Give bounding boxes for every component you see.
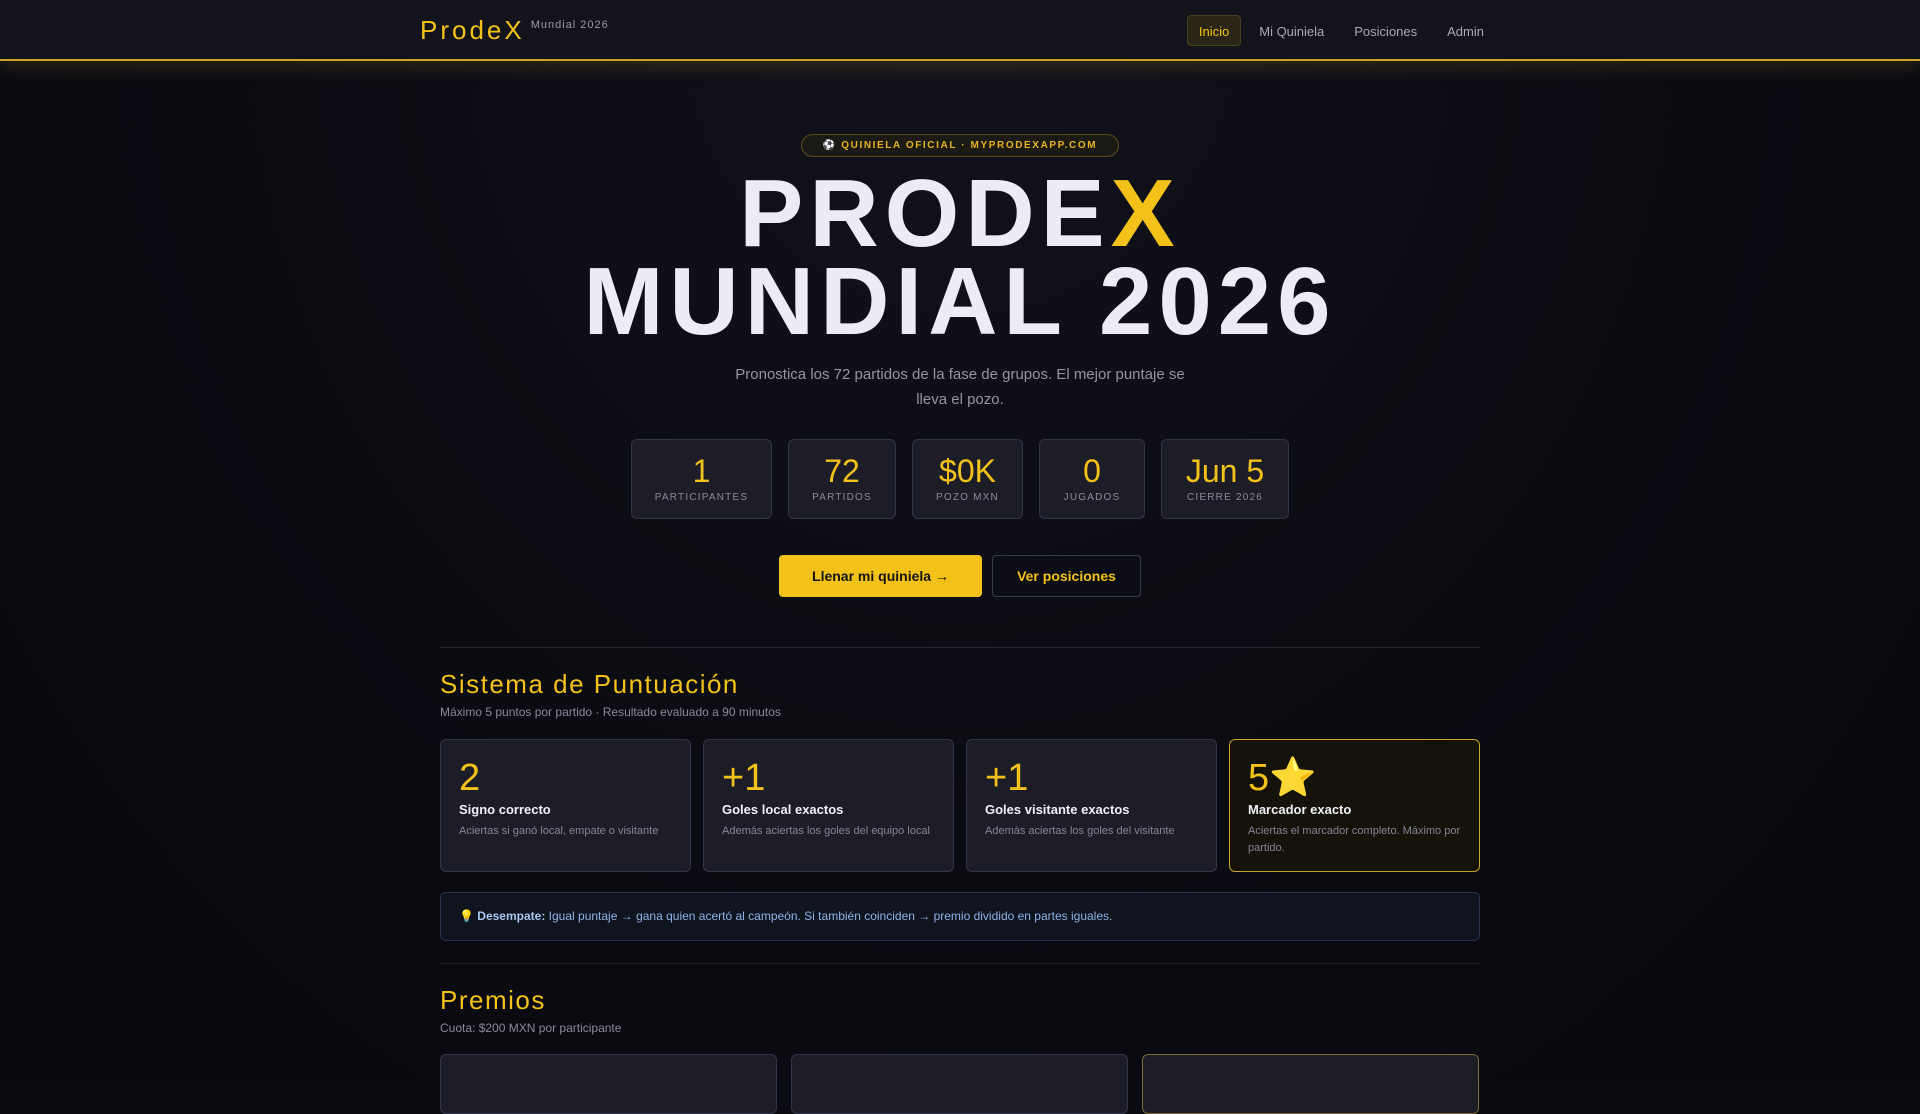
top-navbar: ProdeX Mundial 2026 Inicio Mi Quiniela P… [0, 0, 1920, 61]
stat-value: $0K [939, 453, 996, 489]
view-standings-button[interactable]: Ver posiciones [992, 555, 1141, 597]
scoring-title: Sistema de Puntuación [440, 669, 739, 699]
tiebreak-label: Desempate: [477, 909, 546, 923]
scoring-subtitle: Máximo 5 puntos por partido · Resultado … [440, 705, 781, 719]
card-name: Goles visitante exactos [985, 802, 1130, 817]
card-name: Marcador exacto [1248, 802, 1352, 817]
prize-cards [440, 1054, 1479, 1114]
stat-label: PARTIDOS [812, 492, 872, 503]
scoring-card-goles-local: +1 Goles local exactos Además aciertas l… [703, 739, 954, 872]
nav-item-posiciones[interactable]: Posiciones [1342, 15, 1429, 46]
card-description: Aciertas el marcador completo. Máximo po… [1248, 825, 1461, 854]
nav-item-mi-quiniela[interactable]: Mi Quiniela [1247, 15, 1336, 46]
lightbulb-icon: 💡 [459, 909, 474, 923]
card-name: Goles local exactos [722, 802, 844, 817]
card-description: Además aciertas los goles del equipo loc… [722, 825, 930, 837]
fill-quiniela-button[interactable]: Llenar mi quiniela → [779, 555, 982, 597]
hero-description: Pronostica los 72 partidos de la fase de… [735, 366, 1185, 408]
brand-subtitle: Mundial 2026 [530, 19, 609, 31]
prize-card [1142, 1054, 1479, 1114]
section-divider [440, 963, 1480, 964]
card-name: Signo correcto [459, 802, 551, 817]
brand-logo[interactable]: ProdeX Mundial 2026 [420, 14, 609, 46]
card-description: Además aciertas los goles del visitante [985, 825, 1175, 837]
prize-card [791, 1054, 1128, 1114]
card-description: Aciertas si ganó local, empate o visitan… [459, 825, 659, 837]
scoring-card-goles-visitante: +1 Goles visitante exactos Además aciert… [966, 739, 1217, 872]
tiebreak-text: Igual puntaje → gana quien acertó al cam… [548, 909, 1113, 923]
nav-item-admin[interactable]: Admin [1435, 15, 1496, 46]
card-points: +1 [985, 757, 1029, 799]
stat-partidos: 72 PARTIDOS [788, 439, 896, 519]
tiebreak-notice: 💡 Desempate: Igual puntaje → gana quien … [440, 892, 1480, 941]
card-points: 5⭐ [1248, 757, 1317, 799]
card-points: +1 [722, 757, 766, 799]
stat-label: PARTICIPANTES [654, 492, 749, 503]
scoring-card-signo: 2 Signo correcto Aciertas si ganó local,… [440, 739, 691, 872]
stat-label: POZO MXN [936, 492, 999, 503]
brand-name[interactable]: ProdeX [420, 14, 525, 46]
stat-value: Jun 5 [1185, 453, 1265, 489]
scoring-card-marcador-exacto: 5⭐ Marcador exacto Aciertas el marcador … [1229, 739, 1480, 872]
section-divider [440, 647, 1480, 648]
stat-value: 0 [1083, 453, 1101, 489]
nav-item-inicio[interactable]: Inicio [1186, 15, 1242, 46]
stat-jugados: 0 JUGADOS [1039, 439, 1145, 519]
prize-card [440, 1054, 777, 1114]
prizes-subtitle: Cuota: $200 MXN por participante [440, 1021, 622, 1035]
card-points: 2 [459, 757, 481, 799]
main-nav: Inicio Mi Quiniela Posiciones Admin [1186, 15, 1496, 46]
stats-row: 1 PARTICIPANTES 72 PARTIDOS $0K POZO MXN… [631, 439, 1289, 519]
prizes-title: Premios [440, 985, 546, 1015]
official-badge: ⚽ QUINIELA OFICIAL · MYPRODEXAPP.COM [801, 134, 1119, 157]
hero-title: PRODEX MUNDIAL 2026 [0, 166, 1920, 355]
stat-participantes: 1 PARTICIPANTES [631, 439, 772, 519]
stat-cierre: Jun 5 CIERRE 2026 [1161, 439, 1289, 519]
stat-label: CIERRE 2026 [1186, 492, 1263, 503]
hero-title-line2: MUNDIAL 2026 [583, 248, 1337, 355]
stat-value: 72 [824, 453, 860, 489]
stat-pozo: $0K POZO MXN [912, 439, 1023, 519]
stat-value: 1 [692, 453, 711, 489]
stat-label: JUGADOS [1063, 492, 1121, 503]
scoring-cards: 2 Signo correcto Aciertas si ganó local,… [440, 739, 1480, 872]
